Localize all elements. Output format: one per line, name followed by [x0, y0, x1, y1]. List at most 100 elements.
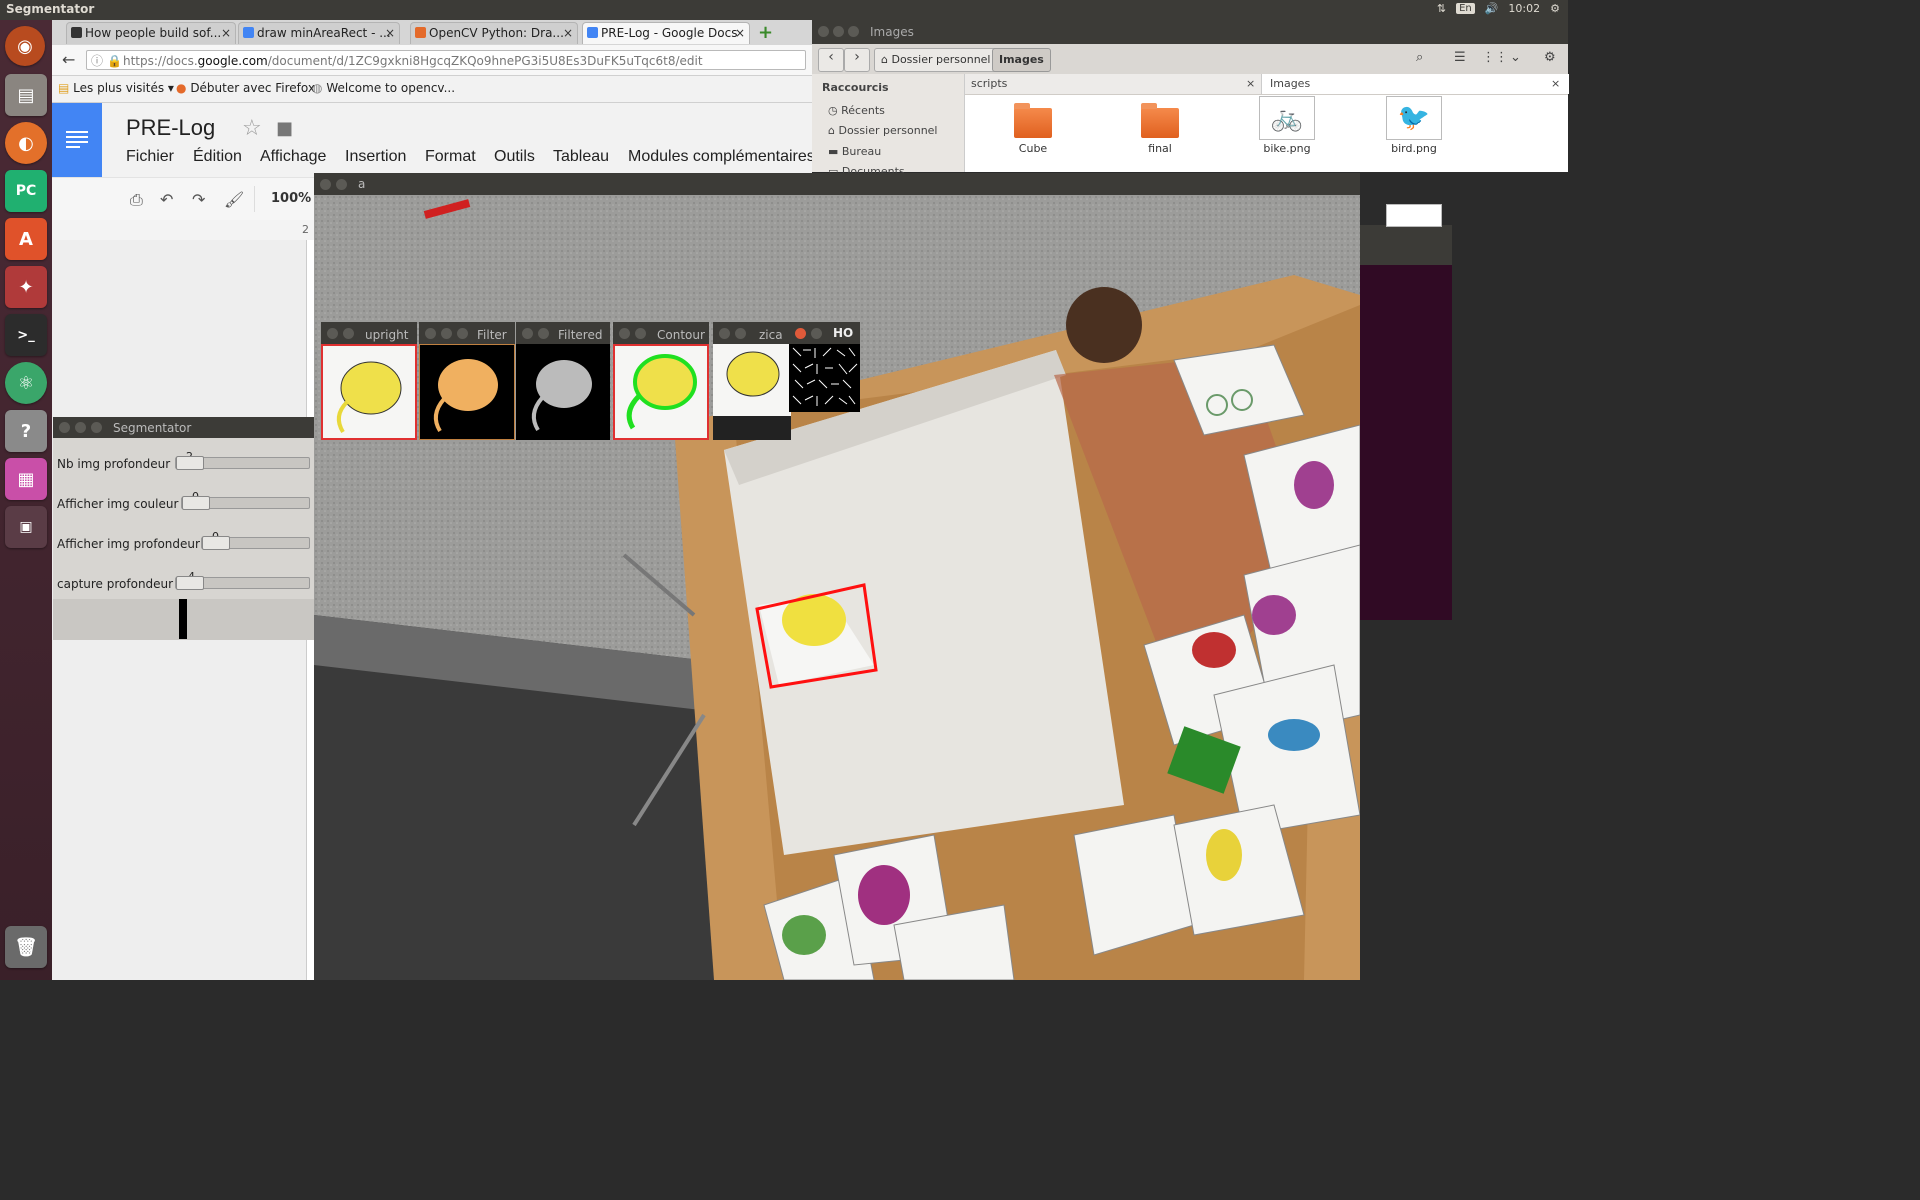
- tab-scripts[interactable]: scripts: [971, 77, 1007, 90]
- close-icon[interactable]: [320, 179, 331, 190]
- list-view-icon[interactable]: ☰: [1454, 50, 1466, 65]
- files-icon[interactable]: ▤: [5, 74, 47, 116]
- menu-addons[interactable]: Modules complémentaires: [628, 148, 815, 166]
- slider-nb-img-profondeur[interactable]: 2: [175, 450, 310, 470]
- slider-handle[interactable]: [176, 456, 204, 470]
- minimize-icon[interactable]: [75, 422, 86, 433]
- close-icon[interactable]: ×: [1551, 77, 1560, 90]
- document-title[interactable]: PRE-Log: [126, 115, 215, 141]
- close-icon[interactable]: ×: [1246, 77, 1255, 90]
- slider-handle[interactable]: [176, 576, 204, 590]
- folder-icon[interactable]: ■: [276, 118, 293, 139]
- maximize-icon[interactable]: [91, 422, 102, 433]
- folder-item-final[interactable]: final: [1120, 103, 1200, 155]
- system-settings-icon[interactable]: ✦: [5, 266, 47, 308]
- undo-icon[interactable]: ↶: [160, 190, 173, 209]
- url-field[interactable]: ⓘ 🔒 https://docs.google.com/document/d/1…: [86, 50, 806, 70]
- search-icon[interactable]: ⌕: [1416, 50, 1423, 65]
- trash-icon[interactable]: 🗑: [5, 926, 47, 968]
- volume-icon[interactable]: 🔊: [1485, 2, 1499, 15]
- slider-afficher-img-couleur[interactable]: 0: [181, 490, 310, 510]
- forward-icon[interactable]: ›: [844, 48, 870, 72]
- print-icon[interactable]: ⎙: [130, 190, 143, 210]
- folder-item-cube[interactable]: Cube: [993, 103, 1073, 155]
- sidebar-item-desktop[interactable]: ▬ Bureau: [828, 145, 881, 158]
- breadcrumb-images[interactable]: Images: [992, 48, 1051, 72]
- menu-insert[interactable]: Insertion: [345, 148, 406, 166]
- keyboard-layout-indicator[interactable]: En: [1456, 3, 1475, 14]
- clock[interactable]: 10:02: [1508, 2, 1540, 15]
- minimize-icon[interactable]: [343, 328, 354, 339]
- minimize-icon[interactable]: [441, 328, 452, 339]
- tab-github[interactable]: How people build sof... ×: [66, 22, 236, 44]
- slider-handle[interactable]: [202, 536, 230, 550]
- minimize-icon[interactable]: [811, 328, 822, 339]
- bookmark-most-visited[interactable]: ▤ Les plus visités ▾: [58, 81, 174, 95]
- sidebar-item-home[interactable]: ⌂ Dossier personnel: [828, 124, 938, 137]
- close-icon[interactable]: ×: [735, 23, 745, 43]
- minimize-icon[interactable]: [735, 328, 746, 339]
- slider-capture-profondeur[interactable]: 4: [175, 570, 310, 590]
- menu-file[interactable]: Fichier: [126, 148, 174, 166]
- ubuntu-dash-icon[interactable]: ◉: [5, 26, 45, 66]
- car-thumbnail-icon[interactable]: [1386, 204, 1442, 227]
- file-item-bird[interactable]: 🐦 bird.png: [1374, 96, 1454, 155]
- grid-view-icon[interactable]: ⋮⋮: [1482, 50, 1508, 65]
- close-icon[interactable]: [522, 328, 533, 339]
- paint-format-icon[interactable]: 🖌: [224, 190, 244, 209]
- pycharm-icon[interactable]: PC: [5, 170, 47, 212]
- info-icon[interactable]: ⓘ: [91, 51, 103, 69]
- close-icon[interactable]: [425, 328, 436, 339]
- network-icon[interactable]: ⇅: [1437, 2, 1446, 15]
- workspace-switcher-icon[interactable]: ▦: [5, 458, 47, 500]
- tab-google-search[interactable]: draw minAreaRect - ... ×: [238, 22, 400, 44]
- new-tab-button[interactable]: +: [758, 22, 773, 43]
- chevron-down-icon[interactable]: ⌄: [1510, 50, 1521, 65]
- close-icon[interactable]: ×: [221, 23, 231, 43]
- gear-icon[interactable]: ⚙: [1544, 50, 1556, 65]
- redo-icon[interactable]: ↷: [192, 190, 205, 209]
- terminal-window[interactable]: [1360, 225, 1452, 620]
- minimize-icon[interactable]: [635, 328, 646, 339]
- close-icon[interactable]: [719, 328, 730, 339]
- maximize-icon[interactable]: [848, 26, 859, 37]
- menu-format[interactable]: Format: [425, 148, 476, 166]
- close-icon[interactable]: [818, 26, 829, 37]
- star-icon[interactable]: ☆: [242, 116, 262, 141]
- back-icon[interactable]: ←: [62, 50, 75, 69]
- zoom-select[interactable]: 100%: [271, 191, 311, 206]
- maximize-icon[interactable]: [457, 328, 468, 339]
- minimize-icon[interactable]: [336, 179, 347, 190]
- menu-view[interactable]: Affichage: [260, 148, 326, 166]
- close-icon[interactable]: ×: [385, 23, 395, 43]
- bookmark-getting-started[interactable]: ● Débuter avec Firefox: [176, 81, 315, 95]
- bookmark-opencv[interactable]: ◍ Welcome to opencv...: [312, 81, 455, 95]
- software-center-icon[interactable]: A: [5, 218, 47, 260]
- google-docs-logo[interactable]: [52, 103, 102, 177]
- atom-icon[interactable]: ⚛: [5, 362, 47, 404]
- close-icon[interactable]: [795, 328, 806, 339]
- menu-table[interactable]: Tableau: [553, 148, 609, 166]
- firefox-icon[interactable]: ◐: [5, 122, 47, 164]
- close-icon[interactable]: [327, 328, 338, 339]
- file-item-bike[interactable]: 🚲 bike.png: [1247, 96, 1327, 155]
- slider-afficher-img-profondeur[interactable]: 0: [201, 530, 310, 550]
- camera-feed[interactable]: [314, 195, 1360, 980]
- close-icon[interactable]: ×: [563, 23, 573, 43]
- gear-icon[interactable]: ⚙: [1550, 2, 1560, 15]
- tab-google-docs[interactable]: PRE-Log - Google Docs ×: [582, 22, 750, 44]
- menu-tools[interactable]: Outils: [494, 148, 535, 166]
- tab-opencv[interactable]: OpenCV Python: Dra... ×: [410, 22, 578, 44]
- back-icon[interactable]: ‹: [818, 48, 844, 72]
- sidebar-item-recent[interactable]: ◷ Récents: [828, 104, 885, 117]
- terminal-icon[interactable]: >_: [5, 314, 47, 356]
- menu-edit[interactable]: Édition: [193, 148, 242, 166]
- window-list-icon[interactable]: ▣: [5, 506, 47, 548]
- breadcrumb-home[interactable]: ⌂ Dossier personnel: [874, 48, 998, 72]
- help-icon[interactable]: ?: [5, 410, 47, 452]
- minimize-icon[interactable]: [833, 26, 844, 37]
- slider-handle[interactable]: [182, 496, 210, 510]
- minimize-icon[interactable]: [538, 328, 549, 339]
- close-icon[interactable]: [619, 328, 630, 339]
- close-icon[interactable]: [59, 422, 70, 433]
